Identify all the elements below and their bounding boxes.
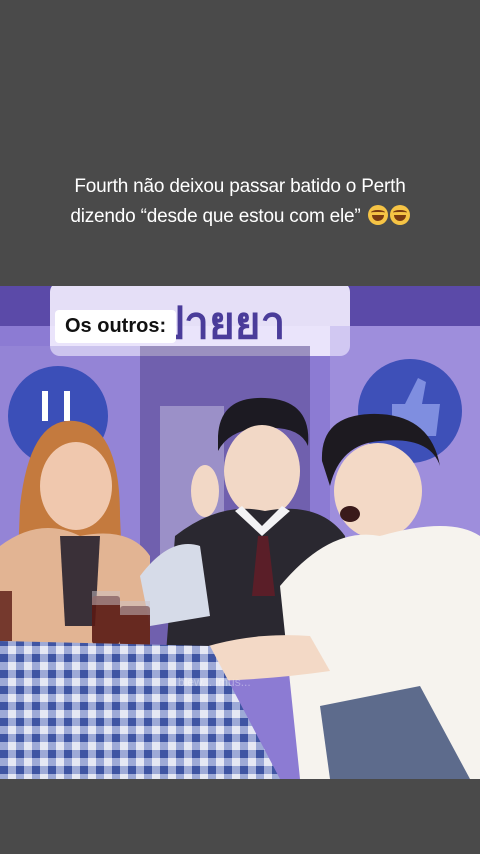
overlay-label: Os outros: [55, 310, 177, 343]
video-frame[interactable]: ชอนปายยา [0, 286, 480, 779]
person-right-face [334, 443, 422, 539]
video-watermark: blew... imus... [178, 675, 251, 689]
caption-line-2-text: dizendo “desde que estou com ele” [70, 206, 361, 227]
rofl-emoji-icon [367, 205, 388, 225]
video-caption: Fourth não deixou passar batido o Perth … [0, 172, 480, 232]
video-scene: ชอนปายยา [0, 286, 480, 779]
caption-line-2: dizendo “desde que estou com ele” [0, 202, 480, 232]
person-left-face [40, 442, 112, 530]
person-middle-face [224, 425, 300, 517]
caption-line-1: Fourth não deixou passar batido o Perth [74, 176, 406, 197]
rofl-emoji-icon [389, 205, 410, 225]
